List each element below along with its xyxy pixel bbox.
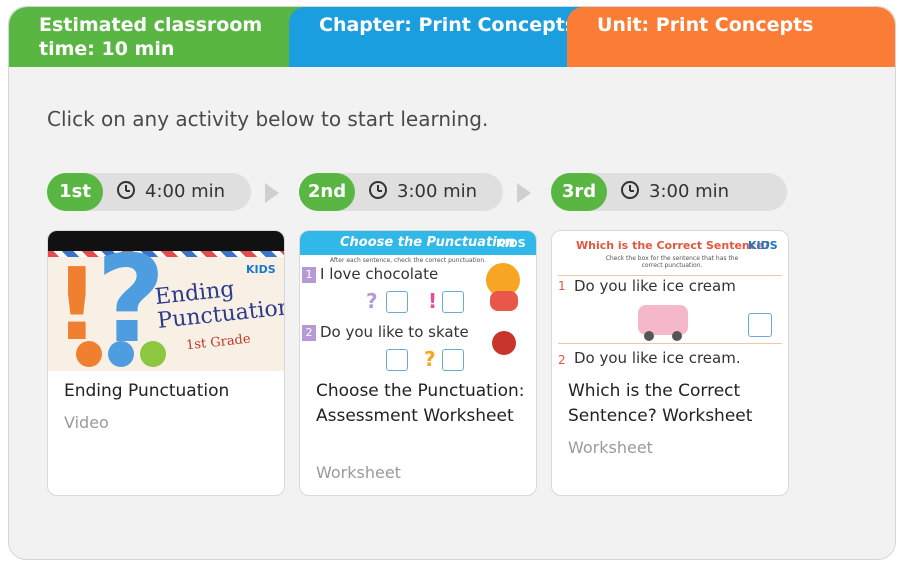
step-duration: 3:00 min xyxy=(369,173,477,211)
tab-chapter[interactable]: Chapter: Print Concepts xyxy=(289,7,589,67)
checkbox-graphic xyxy=(748,313,772,337)
tab-unit[interactable]: Unit: Print Concepts xyxy=(567,7,895,67)
activity-card-ending-punctuation[interactable]: ! ? KIDS Ending Punctuation 1st Grade End… xyxy=(47,230,285,496)
step-1-pill: 1st 4:00 min xyxy=(47,173,251,211)
worksheet-line: I love chocolate xyxy=(320,265,439,283)
kids-logo: KIDS xyxy=(748,239,778,252)
tab-classroom-time: Estimated classroom time: 10 min xyxy=(9,7,309,67)
item-number: 1 xyxy=(558,279,566,293)
thumbnail-heading: Choose the Punctuation xyxy=(340,235,515,250)
item-number: 1 xyxy=(302,267,316,283)
kids-logo: KIDS xyxy=(496,237,526,250)
step-duration-text: 4:00 min xyxy=(145,181,226,202)
checkbox-graphic xyxy=(442,291,464,313)
card-title[interactable]: Choose the Punctuation: Assessment Works… xyxy=(316,379,526,429)
checkbox-graphic xyxy=(386,291,408,313)
character-icon xyxy=(140,341,166,367)
step-badge: 2nd xyxy=(299,173,355,211)
chevron-right-icon xyxy=(517,183,531,203)
header-tabs: Estimated classroom time: 10 min Chapter… xyxy=(9,7,895,67)
thumbnail-grade: 1st Grade xyxy=(185,331,252,354)
card-type: Worksheet xyxy=(316,463,401,482)
video-thumbnail[interactable]: ! ? KIDS Ending Punctuation 1st Grade xyxy=(48,231,284,371)
card-type: Worksheet xyxy=(568,438,653,457)
worksheet-thumbnail[interactable]: Which is the Correct Sentence? KIDS Chec… xyxy=(552,231,788,371)
worksheet-line: Do you like ice cream xyxy=(574,277,736,295)
worksheet-line: Do you like ice cream. xyxy=(574,349,741,367)
question-mark-option: ? xyxy=(366,289,378,313)
clock-icon xyxy=(369,181,387,199)
activity-card-choose-the-punctuation[interactable]: Choose the Punctuation KIDS After each s… xyxy=(299,230,537,496)
wheel-icon xyxy=(672,331,682,341)
clock-icon xyxy=(621,181,639,199)
skater-illustration-icon xyxy=(492,331,516,355)
thumbnail-instruction: Check the box for the sentence that has … xyxy=(605,255,739,269)
activity-card-correct-sentence[interactable]: Which is the Correct Sentence? KIDS Chec… xyxy=(551,230,789,496)
worksheet-line: Do you like to skate xyxy=(320,323,469,341)
exclamation-mark-graphic: ! xyxy=(54,246,100,363)
girl-body-icon xyxy=(490,291,518,311)
clock-icon xyxy=(117,181,135,199)
item-number: 2 xyxy=(558,353,566,367)
thumbnail-heading: Which is the Correct Sentence? xyxy=(576,239,771,252)
ice-cream-truck-icon xyxy=(638,305,688,335)
divider xyxy=(558,275,782,276)
card-title[interactable]: Ending Punctuation xyxy=(64,379,274,404)
thumbnail-instruction: After each sentence, check the correct p… xyxy=(330,257,487,264)
thumbnail-heading: Ending Punctuation xyxy=(154,272,284,334)
step-2-pill: 2nd 3:00 min xyxy=(299,173,503,211)
step-duration-text: 3:00 min xyxy=(397,181,478,202)
item-number: 2 xyxy=(302,325,316,341)
exclamation-mark-option: ! xyxy=(428,289,438,313)
step-badge: 1st xyxy=(47,173,103,211)
wheel-icon xyxy=(644,331,654,341)
character-icon xyxy=(108,341,134,367)
step-badge: 3rd xyxy=(551,173,607,211)
card-type: Video xyxy=(64,413,109,432)
checkbox-graphic xyxy=(442,349,464,371)
step-duration: 4:00 min xyxy=(117,173,225,211)
divider xyxy=(558,343,782,344)
step-duration-text: 3:00 min xyxy=(649,181,730,202)
intro-text: Click on any activity below to start lea… xyxy=(47,107,489,131)
step-3-pill: 3rd 3:00 min xyxy=(551,173,787,211)
chevron-right-icon xyxy=(265,183,279,203)
lesson-panel: Estimated classroom time: 10 min Chapter… xyxy=(8,6,896,560)
question-mark-option: ? xyxy=(424,347,436,371)
card-title[interactable]: Which is the Correct Sentence? Worksheet xyxy=(568,379,778,429)
step-duration: 3:00 min xyxy=(621,173,729,211)
worksheet-thumbnail[interactable]: Choose the Punctuation KIDS After each s… xyxy=(300,231,536,371)
character-icon xyxy=(76,341,102,367)
checkbox-graphic xyxy=(386,349,408,371)
